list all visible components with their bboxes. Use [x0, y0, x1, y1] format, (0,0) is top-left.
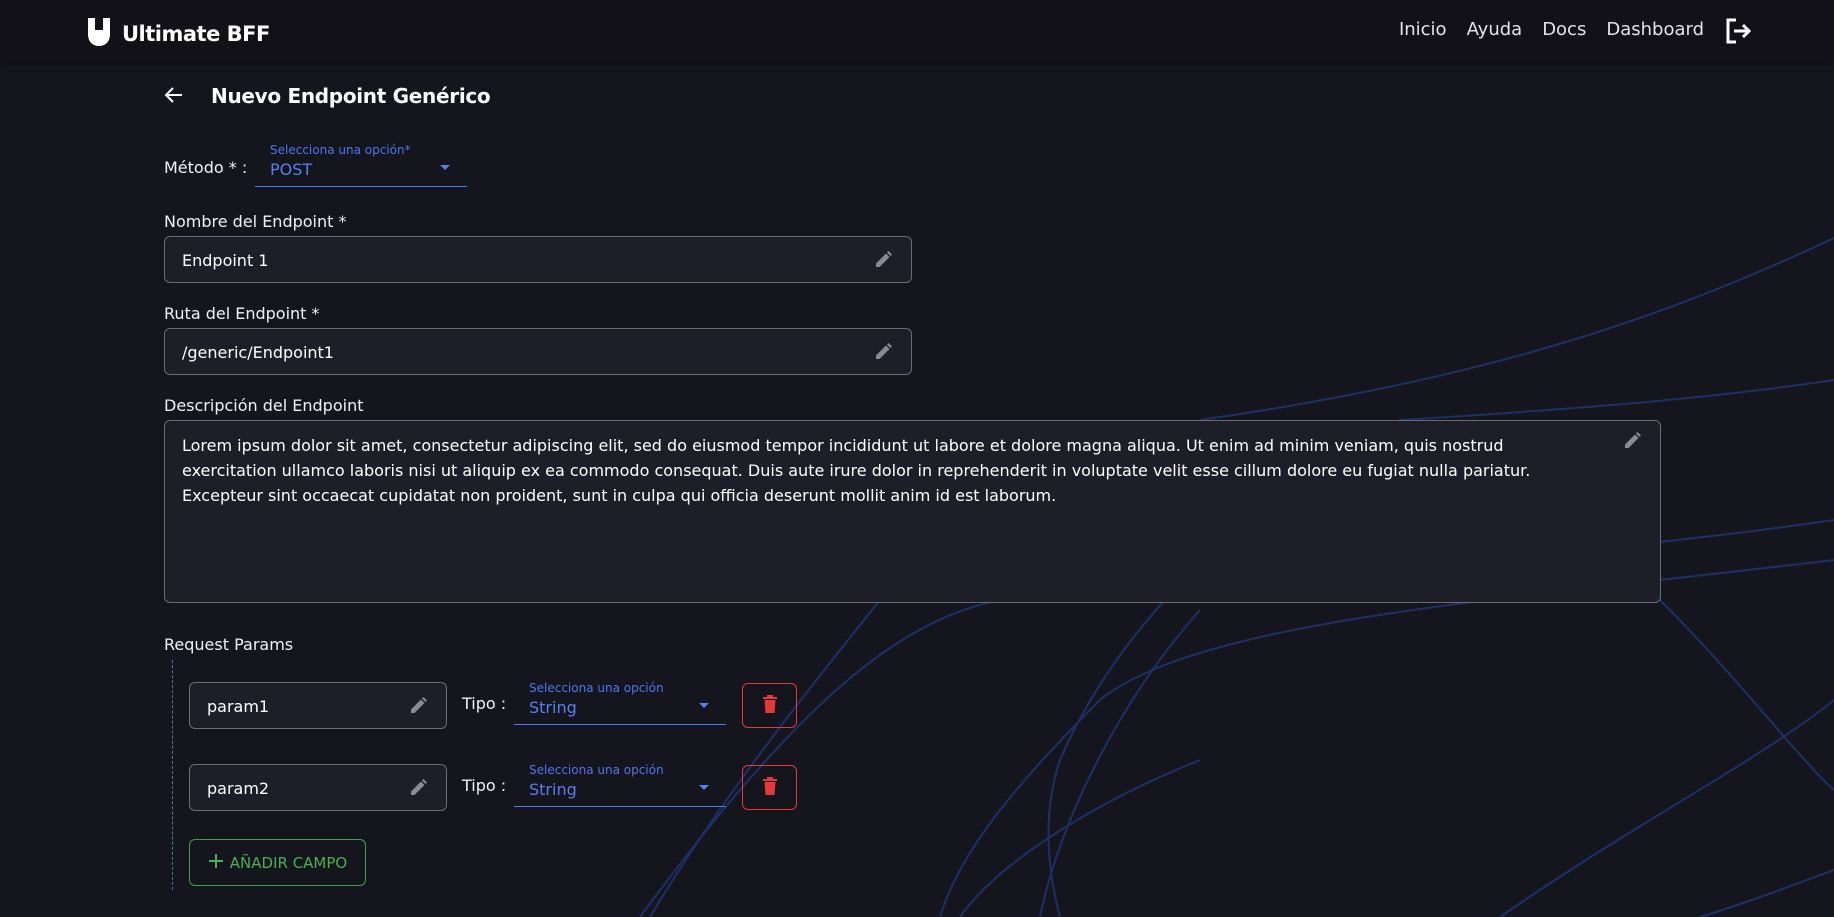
pencil-icon[interactable] — [408, 696, 428, 720]
request-params-divider — [172, 660, 173, 890]
trash-icon — [762, 694, 778, 718]
pencil-icon[interactable] — [873, 250, 893, 274]
endpoint-description-field: Lorem ipsum dolor sit amet, consectetur … — [164, 420, 1661, 603]
param-name-field — [189, 764, 447, 812]
chevron-down-icon — [699, 785, 709, 790]
endpoint-route-label: Ruta del Endpoint * — [164, 304, 320, 323]
param-type-select[interactable]: Selecciona una opción String — [514, 761, 726, 807]
back-arrow-icon[interactable] — [164, 85, 184, 109]
pencil-icon[interactable] — [873, 342, 893, 366]
app-logo[interactable]: Ultimate BFF — [86, 16, 270, 52]
param-name-field — [189, 682, 447, 730]
param-type-label: Tipo : — [462, 694, 507, 713]
endpoint-route-field — [164, 328, 912, 376]
logout-icon[interactable] — [1724, 17, 1752, 49]
method-select[interactable]: Selecciona una opción* POST — [255, 141, 467, 187]
request-params-label: Request Params — [164, 635, 294, 654]
param-type-select[interactable]: Selecciona una opción String — [514, 679, 726, 725]
pencil-icon[interactable] — [1622, 431, 1642, 455]
param-name-input[interactable] — [205, 765, 395, 812]
delete-param-button[interactable] — [742, 765, 797, 810]
logo-u-icon — [86, 16, 112, 52]
endpoint-description-textarea[interactable]: Lorem ipsum dolor sit amet, consectetur … — [180, 431, 1604, 595]
endpoint-name-label: Nombre del Endpoint * — [164, 212, 347, 231]
nav-inicio[interactable]: Inicio — [1399, 19, 1447, 40]
endpoint-route-input[interactable] — [180, 329, 860, 376]
chevron-down-icon — [440, 165, 450, 170]
trash-icon — [762, 776, 778, 800]
method-select-caption: Selecciona una opción* — [270, 143, 411, 157]
plus-icon — [208, 853, 224, 873]
add-field-label: AÑADIR CAMPO — [229, 853, 348, 872]
chevron-down-icon — [699, 703, 709, 708]
pencil-icon[interactable] — [408, 778, 428, 802]
param-type-value: String — [529, 780, 577, 799]
app-title: Ultimate BFF — [122, 22, 270, 46]
param-type-label: Tipo : — [462, 776, 507, 795]
param-type-value: String — [529, 698, 577, 717]
param-type-caption: Selecciona una opción — [529, 681, 664, 695]
endpoint-name-field — [164, 236, 912, 284]
top-navbar: Ultimate BFF Inicio Ayuda Docs Dashboard — [0, 0, 1834, 62]
param-type-caption: Selecciona una opción — [529, 763, 664, 777]
main-content: Nuevo Endpoint Genérico Método * : Selec… — [0, 62, 1834, 917]
delete-param-button[interactable] — [742, 683, 797, 728]
method-label: Método * : — [164, 158, 248, 177]
nav-ayuda[interactable]: Ayuda — [1467, 19, 1523, 40]
nav-dashboard[interactable]: Dashboard — [1606, 19, 1704, 40]
nav-docs[interactable]: Docs — [1542, 19, 1586, 40]
endpoint-description-label: Descripción del Endpoint — [164, 396, 364, 415]
endpoint-name-input[interactable] — [180, 237, 860, 284]
param-name-input[interactable] — [205, 683, 395, 730]
page-title: Nuevo Endpoint Genérico — [211, 84, 491, 108]
main-nav: Inicio Ayuda Docs Dashboard — [1399, 19, 1704, 40]
method-select-value: POST — [270, 160, 313, 179]
add-field-button[interactable]: AÑADIR CAMPO — [189, 839, 366, 886]
